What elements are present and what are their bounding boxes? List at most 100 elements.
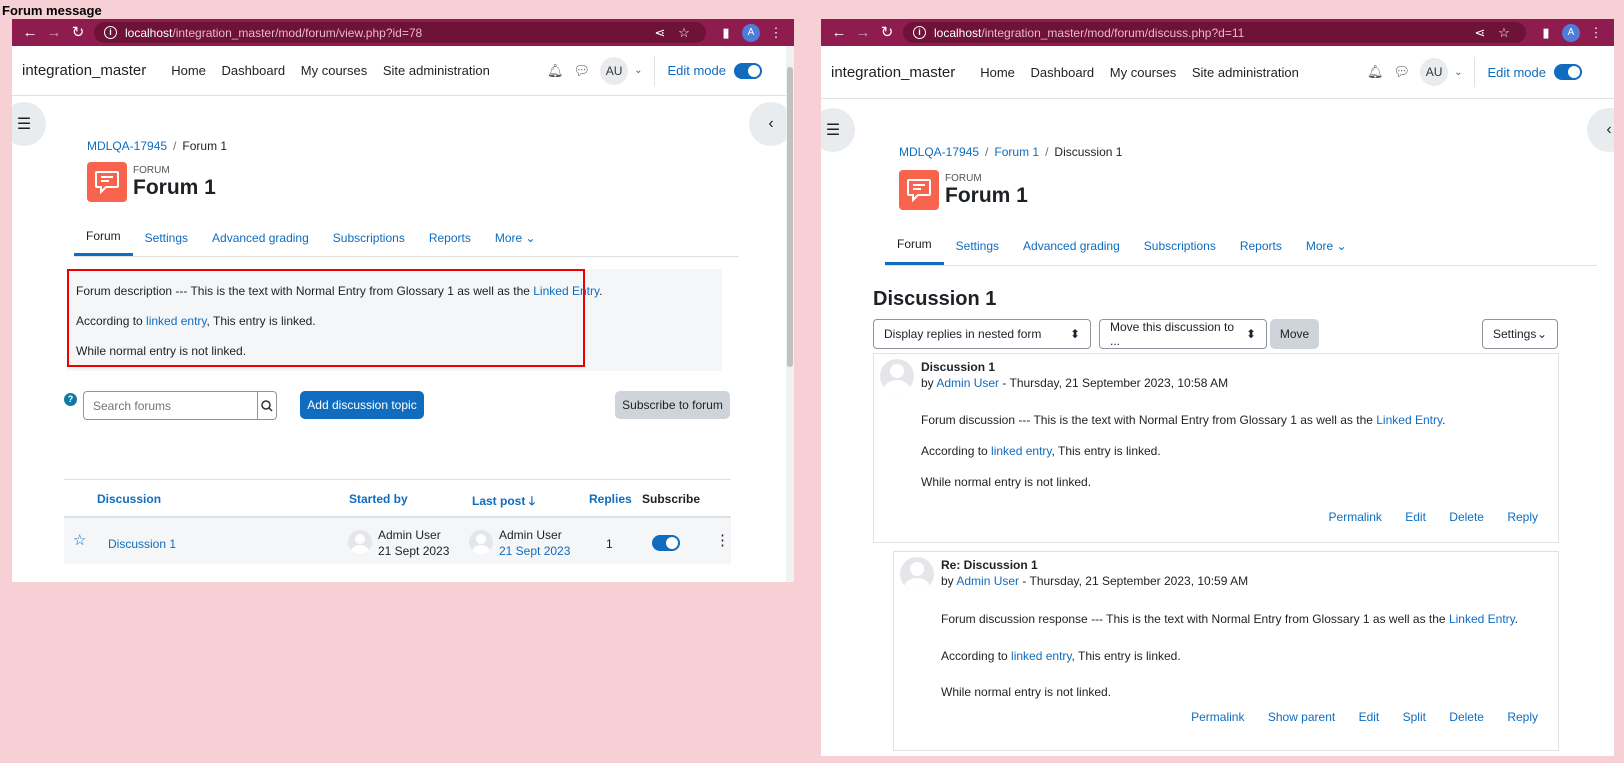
author-link[interactable]: Admin User: [936, 376, 999, 390]
chevron-down-icon[interactable]: ⌄: [634, 65, 642, 76]
tab-reports[interactable]: Reports: [417, 219, 483, 256]
tab-advanced-grading[interactable]: Advanced grading: [1011, 226, 1132, 265]
edit-mode-toggle[interactable]: [1554, 64, 1582, 80]
nav-site-administration[interactable]: Site administration: [383, 63, 490, 78]
back-icon[interactable]: ←: [827, 19, 851, 46]
author-link[interactable]: Admin User: [956, 574, 1019, 588]
tab-reports[interactable]: Reports: [1228, 226, 1294, 265]
show-parent-link[interactable]: Show parent: [1268, 710, 1335, 724]
delete-link[interactable]: Delete: [1449, 510, 1484, 524]
tab-subscriptions[interactable]: Subscriptions: [1132, 226, 1228, 265]
star-icon[interactable]: ☆: [73, 531, 86, 549]
scrollbar-thumb[interactable]: [787, 67, 793, 367]
reload-icon[interactable]: ↻: [66, 19, 90, 46]
sidepanel-icon[interactable]: ▮: [1534, 25, 1558, 41]
nav-home[interactable]: Home: [980, 65, 1015, 80]
move-discussion-select[interactable]: Move this discussion to ... ⬍: [1099, 319, 1267, 349]
tab-settings[interactable]: Settings: [133, 219, 200, 256]
nav-my-courses[interactable]: My courses: [1110, 65, 1176, 80]
glossary-link[interactable]: Linked Entry: [533, 284, 599, 298]
profile-icon[interactable]: A: [1562, 23, 1580, 42]
tab-advanced-grading[interactable]: Advanced grading: [200, 219, 321, 256]
star-icon[interactable]: ☆: [672, 25, 696, 41]
search-icon[interactable]: [257, 392, 276, 419]
col-started-by[interactable]: Started by: [349, 492, 408, 506]
select-arrows-icon: ⬍: [1245, 327, 1256, 341]
description-line-1: Forum description --- This is the text w…: [76, 284, 603, 298]
tab-forum[interactable]: Forum: [74, 219, 133, 256]
tab-forum[interactable]: Forum: [885, 226, 944, 265]
breadcrumb-course[interactable]: MDLQA-17945: [899, 145, 979, 159]
last-post-date[interactable]: 21 Sept 2023: [499, 544, 570, 558]
user-avatar[interactable]: AU: [1420, 58, 1449, 86]
address-bar[interactable]: i localhost/integration_master/mod/forum…: [94, 22, 706, 43]
post-actions: Permalink Edit Delete Reply: [1309, 510, 1538, 524]
course-index-icon[interactable]: ☰: [821, 108, 855, 152]
site-info-icon[interactable]: i: [913, 26, 926, 39]
site-info-icon[interactable]: i: [104, 26, 117, 39]
permalink-link[interactable]: Permalink: [1329, 510, 1382, 524]
course-index-icon[interactable]: ☰: [12, 102, 46, 146]
kebab-menu-icon[interactable]: ⋮: [715, 531, 730, 549]
tab-subscriptions[interactable]: Subscriptions: [321, 219, 417, 256]
star-icon[interactable]: ☆: [1492, 25, 1516, 41]
glossary-link[interactable]: Linked Entry: [1376, 413, 1442, 427]
nav-dashboard[interactable]: Dashboard: [222, 63, 286, 78]
reload-icon[interactable]: ↻: [875, 19, 899, 46]
help-icon[interactable]: ?: [64, 393, 77, 406]
chevron-down-icon[interactable]: ⌄: [1454, 67, 1462, 78]
subscribe-forum-button[interactable]: Subscribe to forum: [615, 391, 730, 419]
glossary-link[interactable]: linked entry: [1011, 649, 1071, 663]
col-discussion[interactable]: Discussion: [97, 492, 161, 506]
share-icon[interactable]: ⋖: [648, 25, 672, 41]
reply-link[interactable]: Reply: [1507, 710, 1538, 724]
col-replies[interactable]: Replies: [589, 492, 632, 506]
user-avatar[interactable]: AU: [600, 56, 629, 85]
address-bar[interactable]: i localhost/integration_master/mod/forum…: [903, 22, 1526, 43]
block-drawer-icon[interactable]: ‹: [1587, 108, 1614, 152]
breadcrumb-forum[interactable]: Forum 1: [994, 145, 1039, 159]
delete-link[interactable]: Delete: [1449, 710, 1484, 724]
chat-icon[interactable]: 💬︎: [1394, 64, 1411, 80]
glossary-link[interactable]: linked entry: [991, 444, 1051, 458]
kebab-menu-icon[interactable]: ⋮: [1584, 25, 1608, 41]
settings-menu-button[interactable]: Settings ⌄: [1482, 319, 1558, 349]
site-name[interactable]: integration_master: [831, 64, 955, 81]
display-mode-select[interactable]: Display replies in nested form ⬍: [873, 319, 1091, 349]
move-button[interactable]: Move: [1270, 319, 1319, 349]
col-last-post[interactable]: Last post 🡓: [472, 492, 535, 513]
discussion-link[interactable]: Discussion 1: [108, 537, 176, 551]
back-icon[interactable]: ←: [18, 19, 42, 46]
reply-link[interactable]: Reply: [1507, 510, 1538, 524]
profile-icon[interactable]: A: [742, 23, 760, 42]
breadcrumb-course[interactable]: MDLQA-17945: [87, 139, 167, 153]
kebab-menu-icon[interactable]: ⋮: [764, 25, 788, 41]
search-input[interactable]: [84, 392, 257, 419]
subscribe-toggle[interactable]: [652, 535, 680, 551]
edit-mode-toggle[interactable]: [734, 62, 762, 79]
started-by-name[interactable]: Admin User: [378, 528, 441, 542]
tab-more[interactable]: More ⌄: [1294, 226, 1359, 265]
tab-settings[interactable]: Settings: [944, 226, 1011, 265]
edit-link[interactable]: Edit: [1359, 710, 1380, 724]
nav-home[interactable]: Home: [171, 63, 206, 78]
site-name[interactable]: integration_master: [22, 62, 146, 79]
glossary-link[interactable]: Linked Entry: [1449, 612, 1515, 626]
nav-site-administration[interactable]: Site administration: [1192, 65, 1299, 80]
split-link[interactable]: Split: [1403, 710, 1426, 724]
add-discussion-button[interactable]: Add discussion topic: [300, 391, 424, 419]
nav-my-courses[interactable]: My courses: [301, 63, 367, 78]
permalink-link[interactable]: Permalink: [1191, 710, 1244, 724]
bell-icon[interactable]: 🔔︎: [1367, 64, 1384, 80]
bell-icon[interactable]: 🔔︎: [547, 63, 564, 79]
glossary-link[interactable]: linked entry: [146, 314, 206, 328]
sidepanel-icon[interactable]: ▮: [714, 25, 738, 41]
forward-icon[interactable]: →: [851, 19, 875, 46]
share-icon[interactable]: ⋖: [1468, 25, 1492, 41]
chat-icon[interactable]: 💬︎: [574, 63, 591, 79]
edit-link[interactable]: Edit: [1405, 510, 1426, 524]
tab-more[interactable]: More ⌄: [483, 219, 548, 256]
forward-icon[interactable]: →: [42, 19, 66, 46]
last-post-name[interactable]: Admin User: [499, 528, 562, 542]
nav-dashboard[interactable]: Dashboard: [1031, 65, 1095, 80]
